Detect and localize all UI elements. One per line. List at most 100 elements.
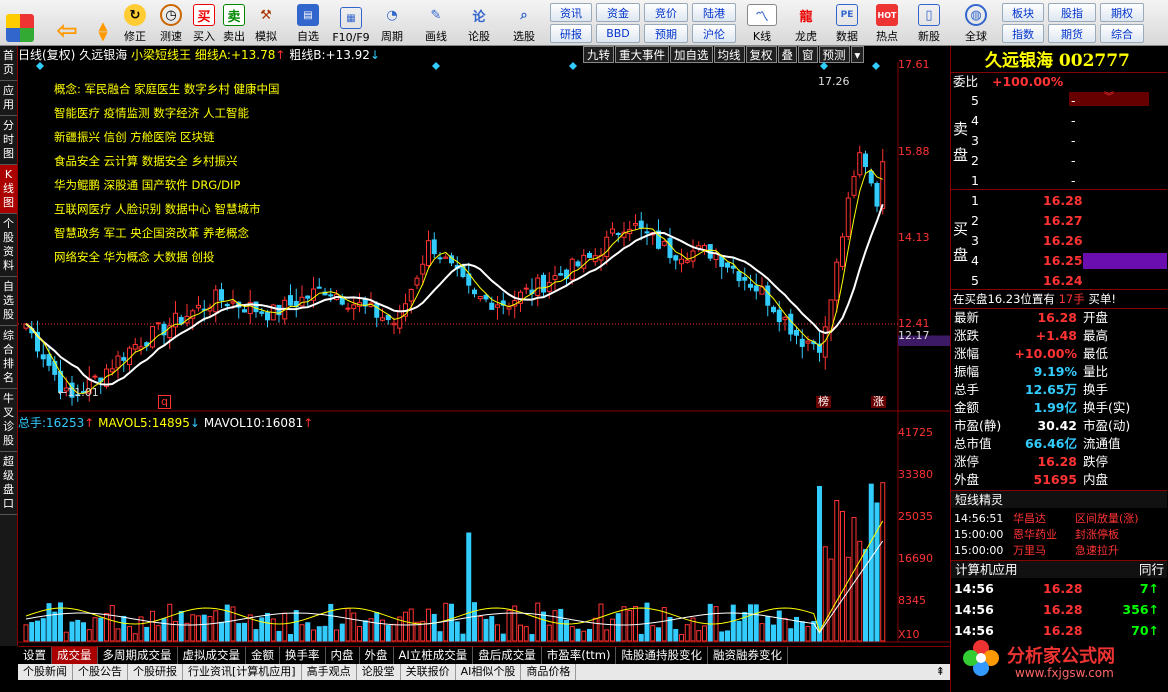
candle[interactable] xyxy=(776,309,782,323)
app-logo-icon[interactable] xyxy=(4,2,36,44)
ipo-button[interactable]: ▯ 新股 xyxy=(910,2,948,44)
sell-button[interactable]: 卖卖出 xyxy=(220,2,248,44)
candle[interactable] xyxy=(115,355,121,369)
research-button[interactable]: 研报 xyxy=(550,24,592,43)
candle[interactable] xyxy=(40,354,46,360)
candle[interactable] xyxy=(748,283,753,288)
candle[interactable] xyxy=(633,222,638,226)
candle[interactable] xyxy=(661,241,667,246)
sidebar-item-home[interactable]: 首页 xyxy=(0,46,17,81)
candle[interactable] xyxy=(523,287,529,290)
up-down-button[interactable]: ▲ ▼ xyxy=(92,2,114,44)
period-button[interactable]: ◔ 周期 xyxy=(374,2,410,44)
options-button[interactable]: 期权 xyxy=(1100,3,1144,22)
candle[interactable] xyxy=(345,307,351,310)
candle[interactable] xyxy=(316,286,322,289)
tab-multi-period-volume[interactable]: 多周期成交量 xyxy=(98,647,178,664)
global-button[interactable]: ◍ 全球 xyxy=(954,2,998,44)
candle[interactable] xyxy=(552,275,558,280)
candle[interactable] xyxy=(541,274,546,293)
sidebar-item-apps[interactable]: 应用 xyxy=(0,81,17,116)
candle[interactable] xyxy=(443,256,449,259)
candle[interactable] xyxy=(299,296,305,307)
candle[interactable] xyxy=(472,289,477,295)
candle[interactable] xyxy=(604,236,610,258)
sidebar-item-kline[interactable]: K线图 xyxy=(0,165,17,214)
stock-picker-button[interactable]: ⌕ 选股 xyxy=(504,2,544,44)
candle[interactable] xyxy=(719,256,725,267)
hotspot-button[interactable]: HOT 热点 xyxy=(868,2,906,44)
candle[interactable] xyxy=(121,357,127,361)
sector-button[interactable]: 板块 xyxy=(1002,3,1044,22)
candle[interactable] xyxy=(788,313,794,335)
candle[interactable] xyxy=(150,326,155,348)
candle[interactable] xyxy=(868,170,874,184)
candle[interactable] xyxy=(615,233,621,236)
index-button[interactable]: 指数 xyxy=(1002,24,1044,43)
footer-industry-news[interactable]: 行业资讯[计算机应用] xyxy=(183,664,302,680)
spirit-title[interactable]: 短线精灵 xyxy=(951,490,1167,508)
candle[interactable] xyxy=(219,289,224,301)
candle[interactable] xyxy=(673,255,679,261)
candle[interactable] xyxy=(495,304,500,308)
tab-amount[interactable]: 金额 xyxy=(246,647,280,664)
candle[interactable] xyxy=(845,197,851,237)
candle[interactable] xyxy=(506,306,512,310)
stock-index-button[interactable]: 股指 xyxy=(1048,3,1096,22)
candle[interactable] xyxy=(420,263,426,275)
candle[interactable] xyxy=(851,176,857,196)
footer-news[interactable]: 个股新闻 xyxy=(18,664,73,680)
candle[interactable] xyxy=(725,262,730,268)
candle[interactable] xyxy=(46,354,52,366)
candle[interactable] xyxy=(351,304,357,310)
tab-hk-connect[interactable]: 陆股通持股变化 xyxy=(616,647,708,664)
candle[interactable] xyxy=(408,288,414,302)
candle[interactable] xyxy=(840,236,845,267)
candle[interactable] xyxy=(765,285,771,306)
news-button[interactable]: 资讯 xyxy=(550,3,592,22)
tab-inner[interactable]: 内盘 xyxy=(326,647,360,664)
candle[interactable] xyxy=(610,228,615,234)
candle[interactable] xyxy=(489,302,495,310)
candle[interactable] xyxy=(339,297,345,305)
footer-forum[interactable]: 论股堂 xyxy=(357,664,401,680)
sidebar-item-ranking[interactable]: 综合排名 xyxy=(0,326,17,389)
candle[interactable] xyxy=(569,258,575,281)
connect-button[interactable]: 陆港 xyxy=(692,3,736,22)
auction-button[interactable]: 竞价 xyxy=(644,3,688,22)
industry-title[interactable]: 计算机应用 同行 xyxy=(951,560,1167,578)
stock-forum-button[interactable]: 论论股 xyxy=(462,2,496,44)
shanghai-london-button[interactable]: 沪伦 xyxy=(692,24,736,43)
candle[interactable] xyxy=(483,294,489,300)
footer-commodity[interactable]: 商品价格 xyxy=(521,664,577,680)
tab-after-hours[interactable]: 盘后成交量 xyxy=(473,647,542,664)
forecast-button[interactable]: 预期 xyxy=(644,24,688,43)
rank-mark[interactable]: 榜 xyxy=(816,396,831,408)
candle[interactable] xyxy=(155,322,161,325)
candle[interactable] xyxy=(196,304,201,309)
candle[interactable] xyxy=(874,182,880,207)
candle[interactable] xyxy=(863,153,868,167)
candle[interactable] xyxy=(799,338,805,347)
footer-announcement[interactable]: 个股公告 xyxy=(73,664,128,680)
candle[interactable] xyxy=(414,277,420,286)
futures-button[interactable]: 期货 xyxy=(1048,24,1096,43)
footer-related[interactable]: 关联报价 xyxy=(401,664,456,680)
candle[interactable] xyxy=(771,306,776,313)
candle[interactable] xyxy=(753,285,759,292)
candle[interactable] xyxy=(782,316,788,321)
kline-button[interactable]: 〽 K线 xyxy=(742,2,782,44)
top-arrow-icon[interactable]: ⇞ xyxy=(931,664,950,680)
data-button[interactable]: PE 数据 xyxy=(830,2,864,44)
repair-button[interactable]: ↻ 修正 xyxy=(118,2,152,44)
candle[interactable] xyxy=(587,252,592,258)
candle[interactable] xyxy=(213,289,219,313)
bbd-button[interactable]: BBD xyxy=(596,24,640,43)
candle[interactable] xyxy=(558,273,564,276)
dragon-tiger-button[interactable]: 龍龙虎 xyxy=(786,2,826,44)
tab-volume[interactable]: 成交量 xyxy=(52,647,98,664)
draw-line-button[interactable]: ✎ 画线 xyxy=(418,2,454,44)
candle[interactable] xyxy=(224,303,230,307)
candle[interactable] xyxy=(380,317,385,321)
candle[interactable] xyxy=(426,240,431,266)
